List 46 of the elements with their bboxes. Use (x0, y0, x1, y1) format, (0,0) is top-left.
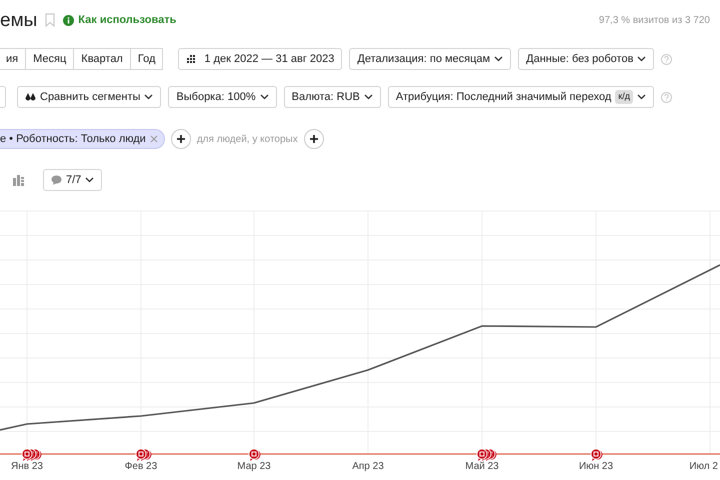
page-title: емы (0, 10, 38, 30)
chart-type-icon[interactable] (13, 174, 25, 186)
caret-icon (637, 56, 646, 62)
segment-label: е • Роботность: Только люди (0, 132, 146, 147)
dropdown-button[interactable]: Выборка: 100% (168, 86, 277, 108)
caret-icon (85, 177, 94, 183)
note-marker-icon[interactable] (22, 448, 42, 461)
compare-segments-button[interactable]: Сравнить сегменты (17, 86, 162, 108)
add-button[interactable] (304, 129, 324, 149)
note-marker-icon[interactable] (248, 448, 260, 461)
period-button[interactable]: Квартал (73, 48, 131, 70)
period-button[interactable]: ия (0, 48, 26, 70)
sampling-note: 97,3 % визитов из 3 720 (598, 14, 710, 28)
caret-icon (636, 94, 646, 100)
dropdown-button[interactable]: Валюта: RUB (284, 86, 381, 108)
caret-icon (364, 94, 373, 100)
segment-chip[interactable]: е • Роботность: Только люди (0, 129, 165, 149)
info-icon (63, 14, 74, 26)
axis-label: Мар 23 (237, 461, 271, 472)
axis-label: Июн 23 (578, 461, 614, 472)
caret-icon (144, 94, 154, 100)
caret-icon (494, 56, 504, 62)
comment-icon (51, 175, 62, 185)
axis-label: Июл 2 (689, 461, 718, 472)
period-button[interactable]: Год (130, 48, 164, 70)
dropdown-button[interactable]: Детализация: по месяцам (349, 48, 512, 70)
notes-filter-button[interactable]: 7/7 (43, 169, 102, 191)
help-link[interactable]: Как использовать (78, 12, 176, 28)
axis-label: Апр 23 (352, 461, 384, 472)
axis-label: Май 23 (465, 461, 499, 472)
note-marker-icon[interactable] (590, 448, 602, 461)
plus-icon (176, 134, 186, 144)
plus-icon (308, 134, 319, 144)
axis-label: Янв 23 (11, 461, 43, 472)
note-marker-icon[interactable] (476, 448, 496, 461)
caret-icon (260, 94, 269, 100)
note-marker-icon[interactable] (136, 448, 152, 461)
add-hint: для людей, у которых (196, 132, 298, 146)
date-range-button[interactable]: 1 дек 2022 — 31 авг 2023 (178, 48, 342, 70)
dropdown-button[interactable]: Атрибуция: Последний значимый переход к/д (388, 86, 654, 108)
add-button[interactable] (170, 129, 191, 149)
calendar-icon (186, 54, 198, 64)
dropdown-button[interactable]: Данные: без роботов (518, 48, 654, 70)
period-button[interactable]: Месяц (25, 48, 74, 70)
axis-label: Фев 23 (124, 461, 158, 472)
drops-icon (25, 92, 36, 102)
